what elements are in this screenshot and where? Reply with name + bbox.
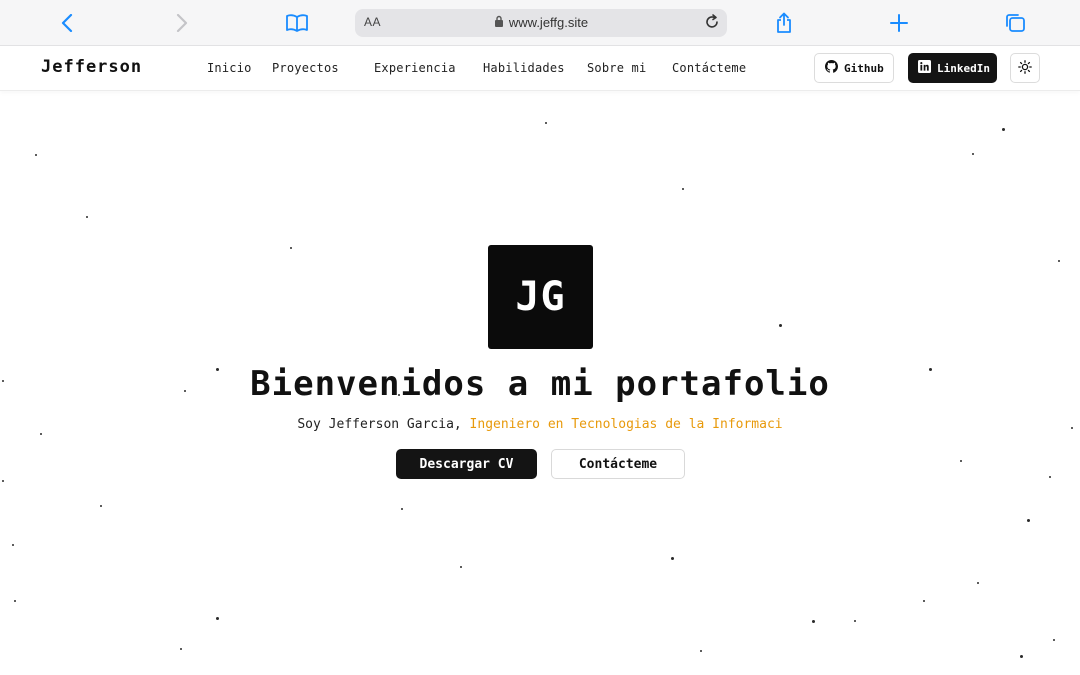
star-dot <box>1027 519 1030 522</box>
star-dot <box>401 508 403 510</box>
jg-logo: JG <box>488 245 593 349</box>
star-dot <box>977 582 979 584</box>
star-dot <box>682 188 684 190</box>
nav-proyectos[interactable]: Proyectos <box>272 61 339 75</box>
linkedin-button[interactable]: LinkedIn <box>908 53 997 83</box>
address-bar[interactable]: AA www.jeffg.site <box>355 9 727 37</box>
star-dot <box>923 600 925 602</box>
star-dot <box>545 122 547 124</box>
star-dot <box>100 505 102 507</box>
github-icon <box>825 60 839 76</box>
logo-initials: JG <box>515 274 566 320</box>
star-dot <box>35 154 37 156</box>
download-cv-button[interactable]: Descargar CV <box>396 449 537 479</box>
star-dot <box>180 648 182 650</box>
star-dot <box>216 617 219 620</box>
sun-icon <box>1018 59 1032 77</box>
share-icon[interactable] <box>773 9 795 37</box>
github-label: Github <box>844 61 884 75</box>
star-dot <box>1020 655 1023 658</box>
star-dot <box>14 600 16 602</box>
nav-inicio[interactable]: Inicio <box>207 61 252 75</box>
theme-toggle-button[interactable] <box>1010 53 1040 83</box>
plus-icon[interactable] <box>888 9 910 37</box>
star-dot <box>40 433 42 435</box>
star-dot <box>1058 260 1060 262</box>
tabs-icon[interactable] <box>1003 9 1027 37</box>
star-dot <box>1049 476 1051 478</box>
github-button[interactable]: Github <box>814 53 894 83</box>
back-icon[interactable] <box>56 9 78 37</box>
reload-icon[interactable] <box>703 13 721 34</box>
star-dot <box>86 216 88 218</box>
hero-subtitle-role: Ingeniero en Tecnologias de la Informaci <box>469 417 783 432</box>
star-dot <box>779 324 782 327</box>
star-dot <box>700 650 702 652</box>
forward-icon[interactable] <box>171 9 193 37</box>
star-dot <box>290 247 292 249</box>
star-dot <box>854 620 856 622</box>
nav-sobre-mi[interactable]: Sobre mi <box>587 61 646 75</box>
star-dot <box>12 544 14 546</box>
star-dot <box>812 620 815 623</box>
star-dot <box>972 153 974 155</box>
star-dot <box>671 557 674 560</box>
nav-habilidades[interactable]: Habilidades <box>483 61 565 75</box>
linkedin-icon <box>918 60 931 76</box>
star-dot <box>1002 128 1005 131</box>
url-text: www.jeffg.site <box>508 15 589 30</box>
star-dot <box>460 566 462 568</box>
browser-toolbar: AA www.jeffg.site <box>0 0 1080 46</box>
bookmarks-icon[interactable] <box>284 9 310 37</box>
star-dot <box>1053 639 1055 641</box>
brand-logo[interactable]: Jefferson <box>41 57 142 77</box>
linkedin-label: LinkedIn <box>937 61 990 75</box>
contact-button[interactable]: Contácteme <box>551 449 685 479</box>
star-dot <box>960 460 962 462</box>
nav-experiencia[interactable]: Experiencia <box>374 61 456 75</box>
site-header: Jefferson Inicio Proyectos Experiencia H… <box>0 46 1080 91</box>
nav-contacteme[interactable]: Contácteme <box>672 61 746 75</box>
hero-subtitle: Soy Jefferson Garcia, Ingeniero en Tecno… <box>0 417 1080 432</box>
star-dot <box>2 480 4 482</box>
hero-title: Bienvenidos a mi portafolio <box>250 364 830 404</box>
hero-subtitle-prefix: Soy Jefferson Garcia, <box>297 417 470 432</box>
lock-icon <box>494 15 504 30</box>
